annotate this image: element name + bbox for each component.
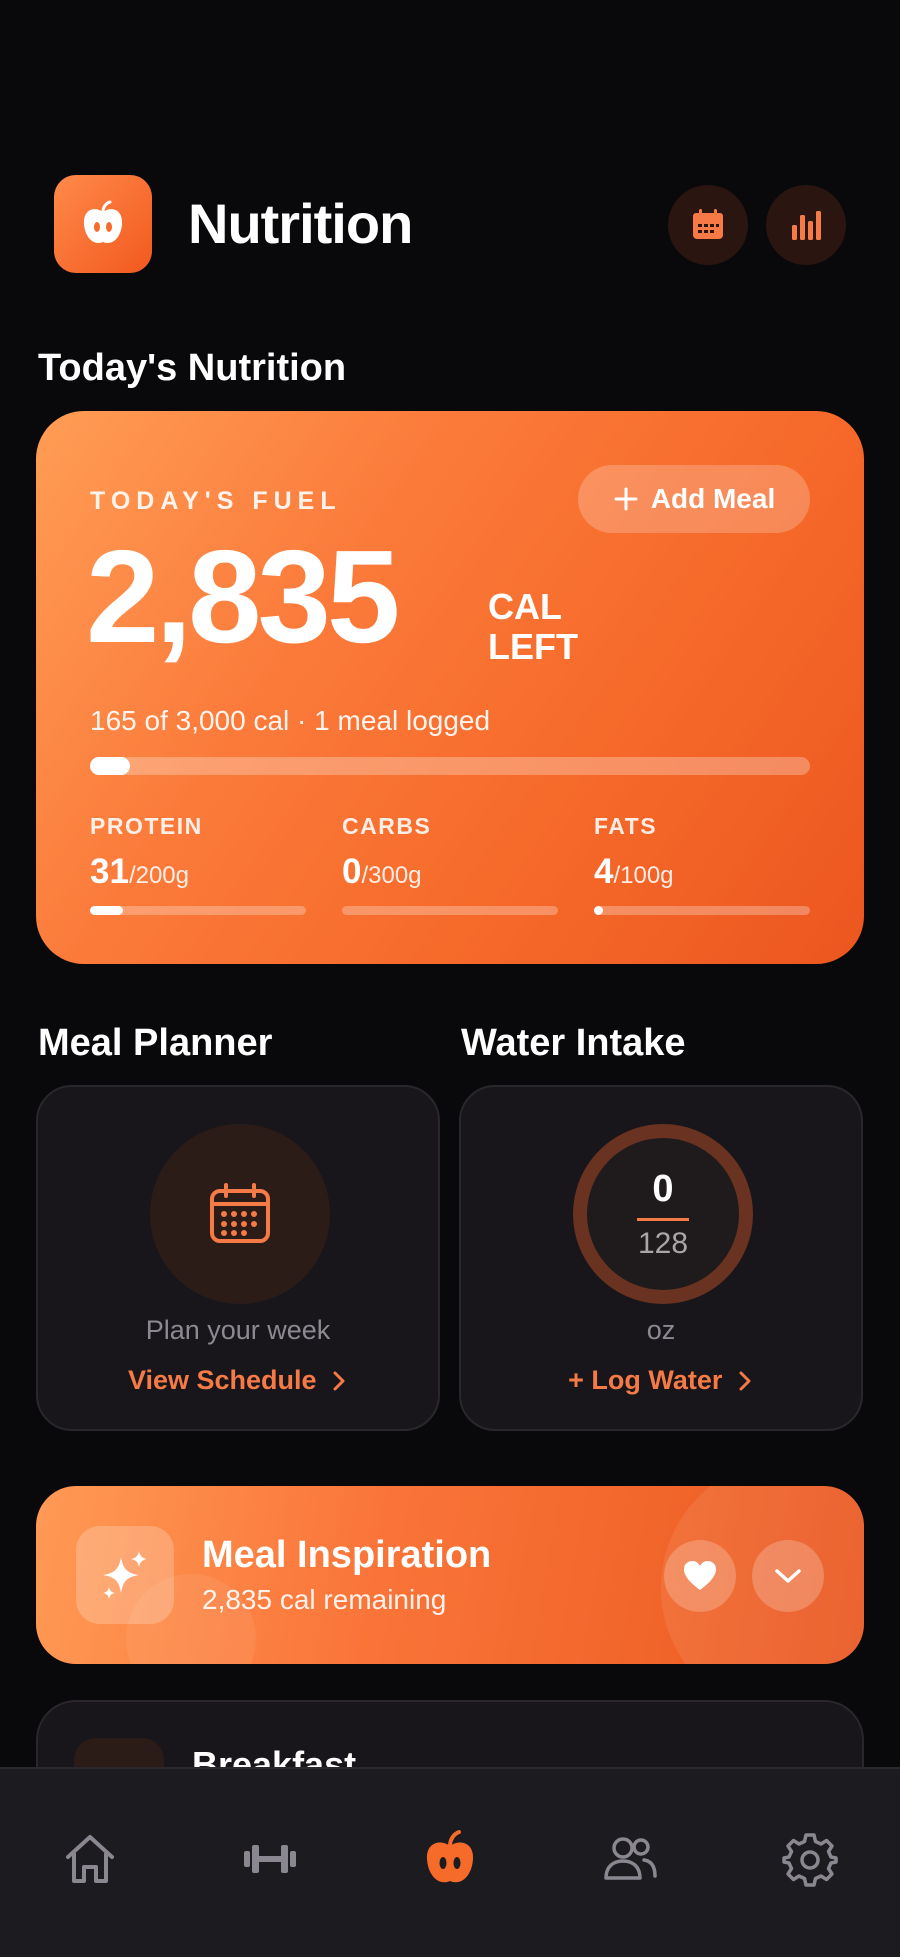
- chevron-down-icon: [775, 1569, 801, 1583]
- water-progress-ring: 0 128: [573, 1124, 753, 1304]
- section-title-today: Today's Nutrition: [38, 347, 347, 389]
- macro-progress-bar: [90, 906, 306, 915]
- macro-goal: /200g: [128, 862, 189, 889]
- planner-icon-circle: [150, 1124, 330, 1304]
- heart-icon: [684, 1561, 716, 1590]
- calendar-button[interactable]: [668, 185, 748, 265]
- macro-goal: /300g: [361, 862, 422, 889]
- water-current: 0: [652, 1167, 674, 1210]
- left-label: LEFT: [488, 626, 578, 667]
- calendar-icon: [210, 1183, 270, 1243]
- header: Nutrition: [0, 175, 900, 273]
- users-icon: [604, 1837, 657, 1880]
- dumbbell-icon: [244, 1845, 296, 1873]
- expand-button[interactable]: [752, 1540, 824, 1612]
- add-meal-label: Add Meal: [650, 483, 776, 514]
- macro-value: 31: [90, 852, 129, 891]
- view-schedule-link[interactable]: View Schedule: [38, 1365, 438, 1396]
- macro-fats: FATS 4/100g: [594, 813, 810, 915]
- macro-protein: PROTEIN 31/200g: [90, 813, 306, 915]
- plus-icon: [614, 487, 638, 511]
- calories-left-unit: CAL LEFT: [488, 587, 578, 667]
- macro-progress-fill: [594, 906, 603, 915]
- macro-goal: /100g: [613, 862, 674, 889]
- nav-nutrition[interactable]: [410, 1819, 490, 1899]
- nav-home[interactable]: [50, 1819, 130, 1899]
- section-title-meal-planner: Meal Planner: [38, 1022, 273, 1064]
- water-goal: 128: [637, 1226, 689, 1260]
- meal-inspiration-card[interactable]: Meal Inspiration 2,835 cal remaining: [36, 1486, 864, 1664]
- cal-unit: CAL: [488, 586, 562, 627]
- log-water-label: + Log Water: [568, 1365, 723, 1395]
- page-title: Nutrition: [188, 192, 413, 255]
- calendar-icon: [693, 209, 723, 239]
- view-schedule-label: View Schedule: [127, 1365, 317, 1395]
- nav-workouts[interactable]: [230, 1819, 310, 1899]
- bar-chart-icon: [792, 211, 821, 240]
- log-water-link[interactable]: + Log Water: [461, 1365, 861, 1396]
- inspiration-title: Meal Inspiration: [202, 1534, 492, 1576]
- macro-progress-bar: [594, 906, 810, 915]
- calorie-summary: 165 of 3,000 cal · 1 meal logged: [90, 705, 491, 736]
- macro-label: FATS: [594, 813, 658, 839]
- water-unit: oz: [646, 1315, 676, 1345]
- sparkles-icon: [76, 1526, 174, 1624]
- favorite-button[interactable]: [664, 1540, 736, 1612]
- calories-left-value: 2,835: [86, 523, 400, 670]
- macro-value: 0: [342, 852, 362, 891]
- planner-subtitle: Plan your week: [145, 1315, 331, 1345]
- stats-button[interactable]: [766, 185, 846, 265]
- nav-community[interactable]: [590, 1819, 670, 1899]
- nav-settings[interactable]: [770, 1819, 850, 1899]
- apple-icon: [426, 1830, 474, 1883]
- calorie-progress-fill: [90, 757, 130, 775]
- water-intake-card[interactable]: 0 128 oz + Log Water: [459, 1085, 863, 1431]
- fuel-label: TODAY'S FUEL: [90, 487, 342, 515]
- calorie-progress-bar: [90, 757, 810, 775]
- add-meal-button[interactable]: Add Meal: [578, 465, 810, 533]
- home-icon: [66, 1835, 114, 1883]
- bottom-nav: [0, 1767, 900, 1957]
- macro-progress-fill: [90, 906, 124, 915]
- fuel-card: TODAY'S FUEL Add Meal 2,835 CAL LEFT 165…: [36, 411, 864, 964]
- water-divider: [637, 1217, 689, 1221]
- settings-icon: [782, 1833, 838, 1887]
- chevron-right-icon: [739, 1371, 751, 1391]
- macro-value: 4: [594, 852, 614, 891]
- macro-carbs: CARBS 0/300g: [342, 813, 558, 915]
- section-title-water: Water Intake: [461, 1022, 686, 1064]
- chevron-right-icon: [333, 1371, 345, 1391]
- meal-planner-card[interactable]: Plan your week View Schedule: [36, 1085, 440, 1431]
- apple-icon: [54, 175, 152, 273]
- macro-label: PROTEIN: [90, 813, 203, 839]
- macro-label: CARBS: [342, 813, 432, 839]
- inspiration-subtitle: 2,835 cal remaining: [202, 1584, 447, 1615]
- macro-progress-bar: [342, 906, 558, 915]
